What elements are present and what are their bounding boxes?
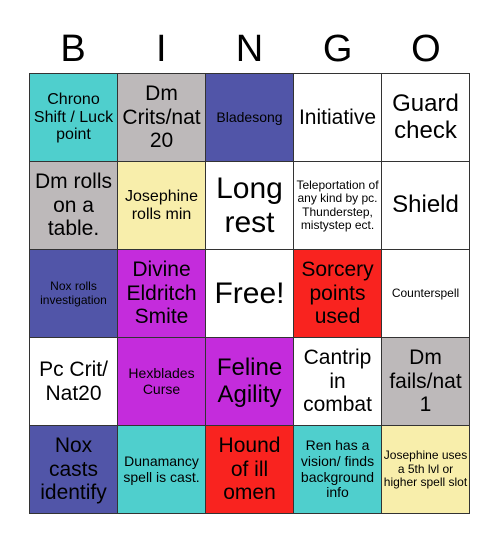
- bingo-cell-text: Nox casts identify: [40, 434, 107, 505]
- bingo-cell-text: Shield: [392, 191, 459, 219]
- bingo-cell[interactable]: Hound of ill omen: [206, 426, 294, 514]
- bingo-cell-text: Josephine uses a 5th lvl or higher spell…: [383, 448, 468, 490]
- bingo-cell-text: Bladesong: [216, 108, 283, 125]
- bingo-cell[interactable]: Free!: [206, 250, 294, 338]
- header-letter-n: N: [235, 28, 264, 70]
- header-letter-g: G: [322, 28, 353, 70]
- bingo-cell[interactable]: Cantrip in combat: [294, 338, 382, 426]
- header-letter-b: B: [60, 28, 86, 70]
- bingo-cell-text: Dm Crits/nat 20: [122, 82, 201, 153]
- bingo-cell-text: Long rest: [216, 171, 283, 239]
- bingo-cell[interactable]: Nox rolls investigation: [30, 250, 118, 338]
- bingo-cell-text: Hound of ill omen: [218, 434, 281, 505]
- bingo-cell-text: Dm rolls on a table.: [35, 170, 112, 241]
- bingo-cell[interactable]: Divine Eldritch Smite: [118, 250, 206, 338]
- bingo-cell[interactable]: Initiative: [294, 74, 382, 162]
- bingo-cell[interactable]: Counterspell: [382, 250, 470, 338]
- bingo-cell-text: Josephine rolls min: [125, 187, 198, 223]
- bingo-cell[interactable]: Dm rolls on a table.: [30, 162, 118, 250]
- bingo-cell-text: Ren has a vision/ finds background info: [300, 437, 375, 501]
- bingo-cell[interactable]: Dm fails/nat 1: [382, 338, 470, 426]
- bingo-cell-text: Hexblades Curse: [128, 364, 195, 397]
- bingo-cell-text: Chrono Shift / Luck point: [33, 90, 114, 144]
- header-letter-o: O: [411, 28, 441, 70]
- bingo-cell[interactable]: Bladesong: [206, 74, 294, 162]
- bingo-cell[interactable]: Dunamancy spell is cast.: [118, 426, 206, 514]
- bingo-cell-text: Feline Agility: [216, 353, 283, 408]
- bingo-cell[interactable]: Sorcery points used: [294, 250, 382, 338]
- bingo-cell-text: Dunamancy spell is cast.: [123, 452, 200, 485]
- bingo-card: Chrono Shift / Luck point Dm Crits/nat 20…: [29, 73, 470, 514]
- bingo-cell-text: Dm fails/nat 1: [389, 346, 462, 417]
- bingo-cell-text: Divine Eldritch Smite: [126, 258, 197, 329]
- bingo-cell[interactable]: Pc Crit/ Nat20: [30, 338, 118, 426]
- bingo-cell-text: Sorcery points used: [301, 258, 374, 329]
- bingo-cell[interactable]: Josephine uses a 5th lvl or higher spell…: [382, 426, 470, 514]
- bingo-cell[interactable]: Chrono Shift / Luck point: [30, 74, 118, 162]
- bingo-cell[interactable]: Nox casts identify: [30, 426, 118, 514]
- bingo-cell[interactable]: Teleportation of any kind by pc. Thunder…: [294, 162, 382, 250]
- bingo-cell[interactable]: Shield: [382, 162, 470, 250]
- bingo-cell[interactable]: Ren has a vision/ finds background info: [294, 426, 382, 514]
- bingo-cell-text: Free!: [214, 276, 285, 310]
- bingo-header: B I N G O: [29, 26, 470, 73]
- bingo-cell[interactable]: Feline Agility: [206, 338, 294, 426]
- bingo-cell[interactable]: Hexblades Curse: [118, 338, 206, 426]
- header-letter-i: I: [156, 28, 167, 70]
- bingo-cell-text: Initiative: [298, 105, 377, 129]
- bingo-cell-text: Teleportation of any kind by pc. Thunder…: [296, 177, 379, 232]
- bingo-cell[interactable]: Long rest: [206, 162, 294, 250]
- bingo-cell-text: Counterspell: [391, 285, 460, 300]
- bingo-cell-text: Pc Crit/ Nat20: [39, 357, 108, 405]
- bingo-cell-text: Guard check: [392, 89, 459, 144]
- bingo-cell[interactable]: Josephine rolls min: [118, 162, 206, 250]
- bingo-cell[interactable]: Dm Crits/nat 20: [118, 74, 206, 162]
- bingo-cell-text: Cantrip in combat: [303, 346, 372, 417]
- bingo-cell[interactable]: Guard check: [382, 74, 470, 162]
- bingo-cell-text: Nox rolls investigation: [40, 279, 107, 307]
